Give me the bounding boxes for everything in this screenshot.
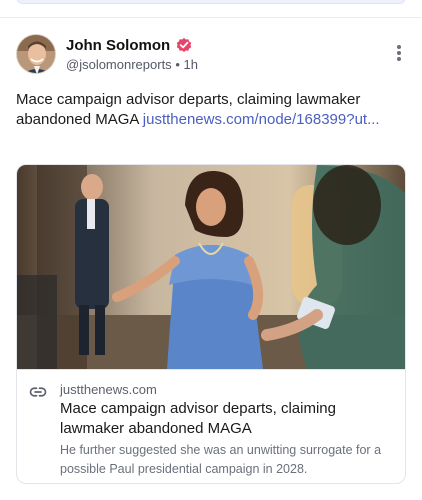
handle-row: @jsolomonreports • 1h	[66, 57, 376, 75]
name-row: John Solomon	[66, 35, 376, 55]
card-meta: justthenews.com Mace campaign advisor de…	[17, 369, 405, 483]
card-domain: justthenews.com	[60, 382, 157, 397]
more-options-icon[interactable]	[392, 42, 406, 64]
previous-post-edge	[16, 0, 406, 4]
avatar-photo	[17, 35, 55, 73]
author-block: John Solomon @jsolomonreports • 1h	[66, 35, 376, 75]
verified-badge-icon	[176, 38, 192, 52]
card-description: He further suggested she was an unwittin…	[60, 443, 382, 476]
divider	[0, 17, 422, 18]
meta-separator: •	[175, 57, 180, 72]
author-name[interactable]: John Solomon	[66, 37, 170, 54]
post-link[interactable]: justthenews.com/node/168399?ut...	[143, 111, 380, 128]
card-title[interactable]: Mace campaign advisor departs, claiming …	[60, 399, 395, 439]
avatar[interactable]	[16, 34, 56, 74]
link-icon	[29, 387, 47, 397]
post-text: Mace campaign advisor departs, claiming …	[16, 90, 406, 130]
link-preview-card[interactable]: justthenews.com Mace campaign advisor de…	[16, 164, 406, 484]
author-handle[interactable]: @jsolomonreports	[66, 57, 172, 72]
card-image[interactable]	[17, 165, 406, 369]
post-time[interactable]: 1h	[184, 57, 198, 72]
